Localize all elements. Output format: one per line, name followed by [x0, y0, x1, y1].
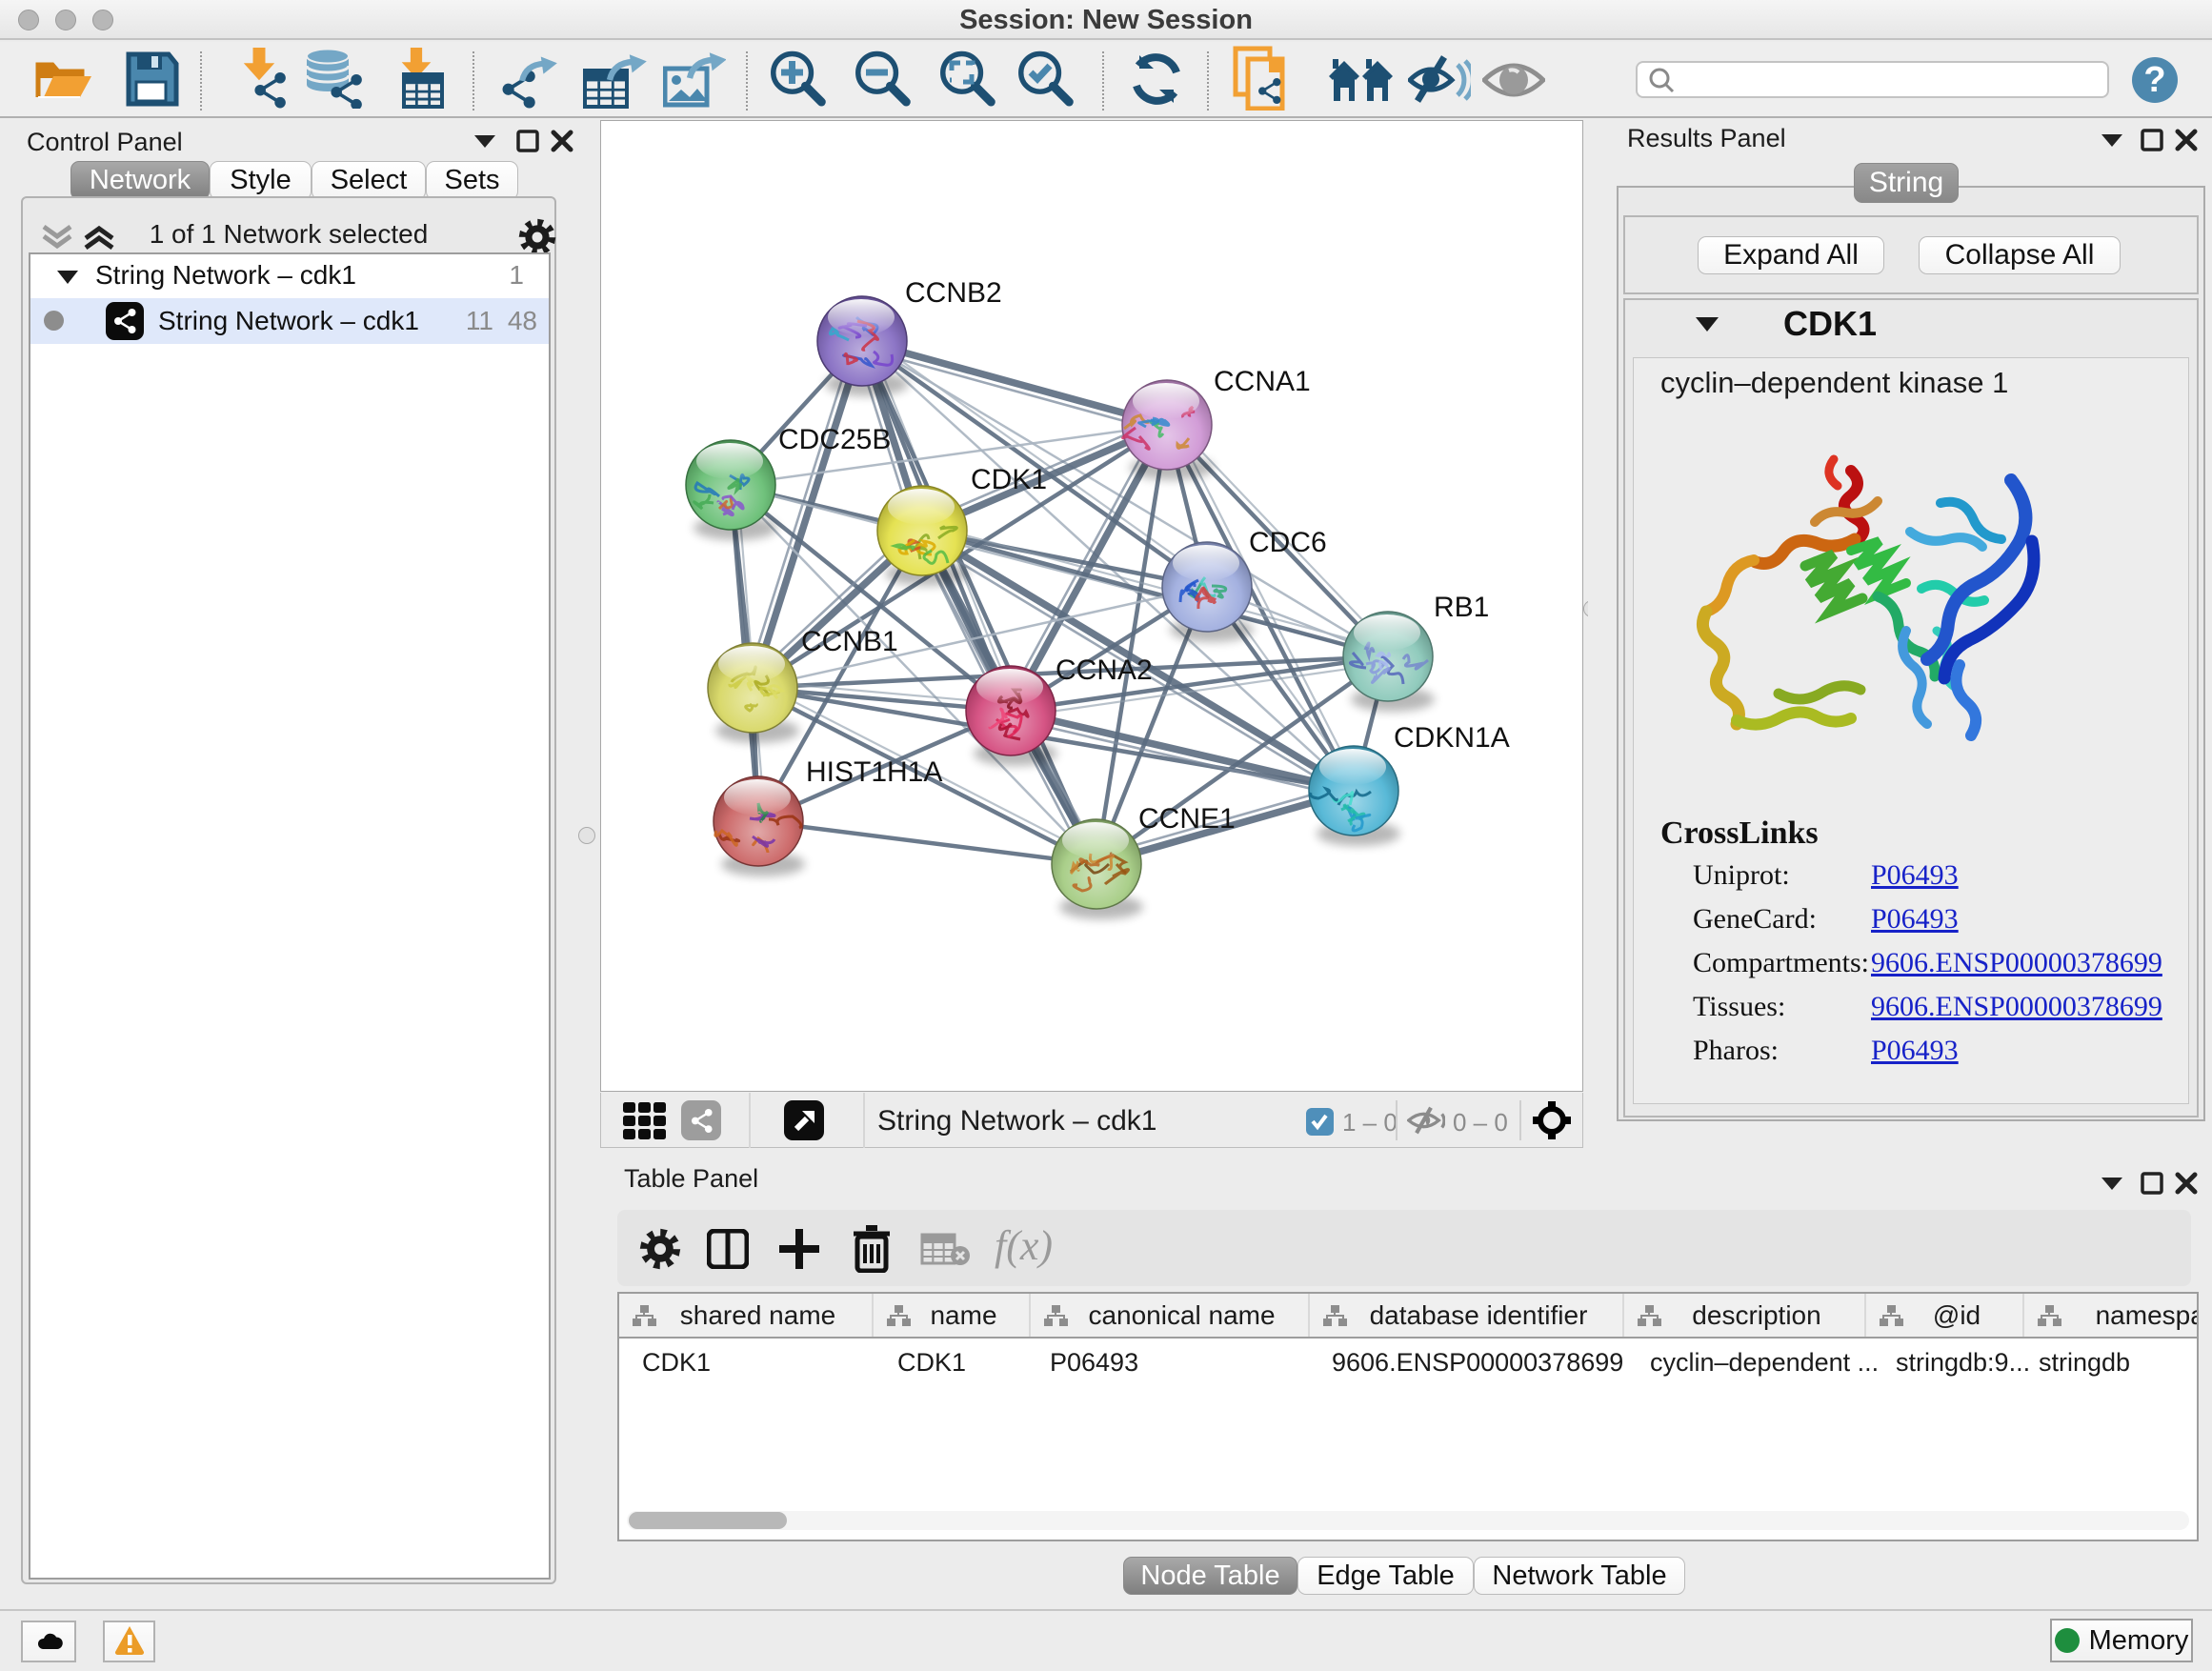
- svg-text:CDC6: CDC6: [1249, 527, 1327, 558]
- svg-text:CCNA1: CCNA1: [1214, 366, 1311, 397]
- svg-text:HIST1H1A: HIST1H1A: [806, 756, 942, 788]
- svg-text:CCNE1: CCNE1: [1138, 803, 1236, 835]
- svg-text:CDC25B: CDC25B: [778, 424, 891, 455]
- svg-text:CDK1: CDK1: [971, 464, 1047, 495]
- svg-text:CCNB1: CCNB1: [801, 626, 898, 657]
- svg-text:CCNA2: CCNA2: [1056, 654, 1153, 686]
- svg-text:CCNB2: CCNB2: [905, 277, 1002, 309]
- svg-text:RB1: RB1: [1434, 592, 1489, 623]
- svg-text:CDKN1A: CDKN1A: [1394, 722, 1510, 754]
